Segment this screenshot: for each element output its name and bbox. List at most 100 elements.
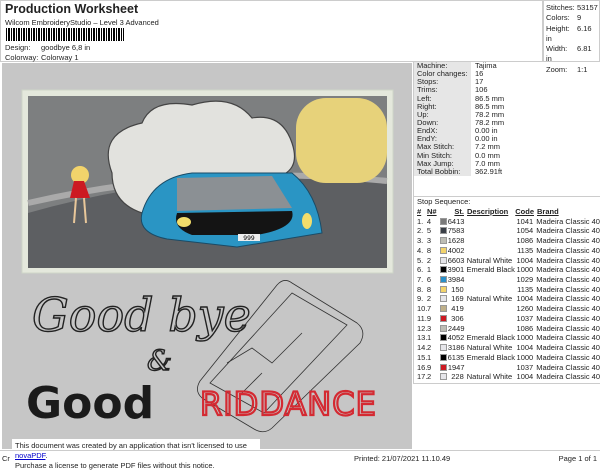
stop-index: 12.: [417, 323, 428, 333]
needle-number: 9: [427, 362, 432, 372]
col-code: Code: [515, 207, 534, 216]
stitch-count: 3186: [447, 343, 465, 353]
thread-description: Natural White: [466, 294, 513, 304]
thread-description: [464, 226, 514, 236]
stitch-count: 6413: [447, 216, 465, 226]
needle-number: 1: [427, 352, 432, 362]
thread-brand: Madeira Classic 40: [536, 333, 600, 343]
needle-number: 2: [427, 372, 432, 382]
stop-row: 6. 1 3901 Emerald Black 1000 Madeira Classic …: [414, 265, 600, 275]
thread-code: 1086: [516, 236, 534, 246]
info-row: Right: 86.5 mm: [414, 102, 600, 111]
stop-row: 4. 8 4002 1135 Madeira Classic 40: [414, 246, 600, 256]
info-row: EndX: 0.00 in: [414, 126, 600, 136]
stop-row: 8. 8 150 1135 Madeira Classic 40: [414, 285, 600, 295]
stat-label: Width:: [546, 44, 568, 54]
thread-code: 1004: [516, 294, 534, 304]
thread-brand: Madeira Classic 40: [536, 265, 600, 275]
thread-brand: Madeira Classic 40: [536, 352, 600, 362]
stop-index: 4.: [417, 245, 424, 255]
design-label: Design:: [5, 43, 31, 52]
stitch-count: 169: [451, 294, 464, 304]
needle-number: 9: [426, 313, 432, 323]
needle-number: 2: [427, 343, 432, 353]
stat-label: Colors:: [546, 13, 570, 23]
thread-code: 1135: [517, 245, 534, 255]
needle-number: 1: [426, 265, 432, 275]
stop-row: 9. 2 169 Natural White 1004 Madeira Classic 4…: [414, 294, 600, 304]
thread-description: [464, 304, 514, 314]
worksheet-header: Production Worksheet Wilcom EmbroiderySt…: [0, 0, 543, 62]
color-swatch: [439, 237, 447, 245]
stop-row: 17. 2 228 Natural White 1004 Madeira Classic …: [414, 372, 600, 382]
stitch-count: 1947: [447, 362, 465, 372]
notice-line1: This document was created by an applicat…: [15, 441, 247, 450]
color-swatch: [439, 314, 447, 322]
col-stitches: St.: [454, 207, 464, 216]
thread-brand: Madeira Classic 40: [536, 226, 600, 236]
needle-number: 3: [427, 323, 432, 333]
color-swatch: [439, 217, 447, 225]
stat-row: Height: 6.16 in: [546, 24, 599, 45]
info-row: Down: 78.2 mm: [414, 118, 600, 128]
color-swatch: [439, 266, 447, 274]
thread-description: Emerald Black: [466, 333, 515, 343]
stitch-count: 228: [451, 372, 464, 382]
needle-number: 2: [426, 255, 432, 265]
needle-number: 5: [426, 226, 432, 236]
stat-label: Height:: [546, 23, 570, 33]
info-row: Left: 86.5 mm: [414, 94, 600, 103]
stitch-count: 6135: [447, 352, 465, 362]
thread-brand: Madeira Classic 40: [536, 304, 600, 314]
color-swatch: [439, 363, 447, 371]
info-label: Total Bobbin:: [414, 167, 471, 176]
stop-row: 12. 3 2449 1086 Madeira Classic 40: [414, 324, 600, 334]
stitch-count: 3984: [447, 275, 465, 285]
stop-index: 3.: [417, 236, 424, 246]
stop-sequence-table: Stop Sequence: # N# St. Description Code…: [413, 196, 600, 384]
thread-code: 1037: [516, 362, 534, 372]
stitch-count: 150: [451, 284, 464, 294]
colorway-row: Colorway: Colorway 1: [5, 53, 79, 62]
stats-box: Stitches: 53157 Colors: 9 Height: 6.16 in Widt…: [543, 0, 600, 74]
goodbye-text: Good bye: [32, 288, 251, 342]
stop-row: 11. 9 306 1037 Madeira Classic 40: [414, 314, 600, 324]
col-needle: N#: [427, 207, 437, 216]
design-row: Design: goodbye 6,8 in: [5, 43, 90, 52]
thread-brand: Madeira Classic 40: [536, 245, 600, 255]
stop-index: 5.: [417, 255, 424, 265]
color-swatch: [439, 227, 447, 235]
needle-number: 4: [426, 216, 432, 226]
thread-code: 1000: [516, 265, 534, 275]
color-swatch: [439, 295, 447, 303]
col-index: #: [417, 207, 422, 216]
thread-description: [464, 246, 514, 256]
stop-row: 2. 5 7583 1054 Madeira Classic 40: [414, 226, 600, 236]
col-description: Description: [467, 207, 509, 216]
thread-description: [464, 217, 514, 227]
stop-index: 16.: [417, 362, 428, 372]
stop-index: 9.: [417, 294, 424, 304]
thread-brand: Madeira Classic 40: [536, 255, 600, 265]
stitch-count: 4052: [447, 333, 465, 343]
color-swatch: [439, 344, 447, 352]
colorway-value: Colorway 1: [41, 53, 79, 62]
printed-date: Printed: 21/07/2021 11.10.49: [354, 454, 451, 463]
color-swatch: [439, 285, 447, 293]
needle-number: 7: [427, 304, 432, 314]
thread-brand: Madeira Classic 40: [536, 313, 600, 323]
info-row: Color changes: 16: [414, 69, 600, 79]
color-swatch: [439, 276, 447, 284]
stop-row: 1. 4 6413 1041 Madeira Classic 40: [414, 217, 600, 227]
stat-row: Stitches: 53157: [546, 3, 599, 13]
info-row: Stops: 17: [414, 78, 600, 87]
thread-code: 1260: [516, 304, 534, 314]
stop-index: 11.: [417, 313, 427, 323]
stop-index: 7.: [417, 275, 424, 285]
needle-number: 8: [426, 284, 432, 294]
stat-value: 53157: [577, 3, 598, 12]
thread-description: Natural White: [466, 343, 513, 353]
stitch-count: 419: [451, 304, 464, 314]
app-subtitle: Wilcom EmbroideryStudio – Level 3 Advanc…: [5, 18, 159, 27]
stop-index: 10.: [417, 304, 428, 314]
